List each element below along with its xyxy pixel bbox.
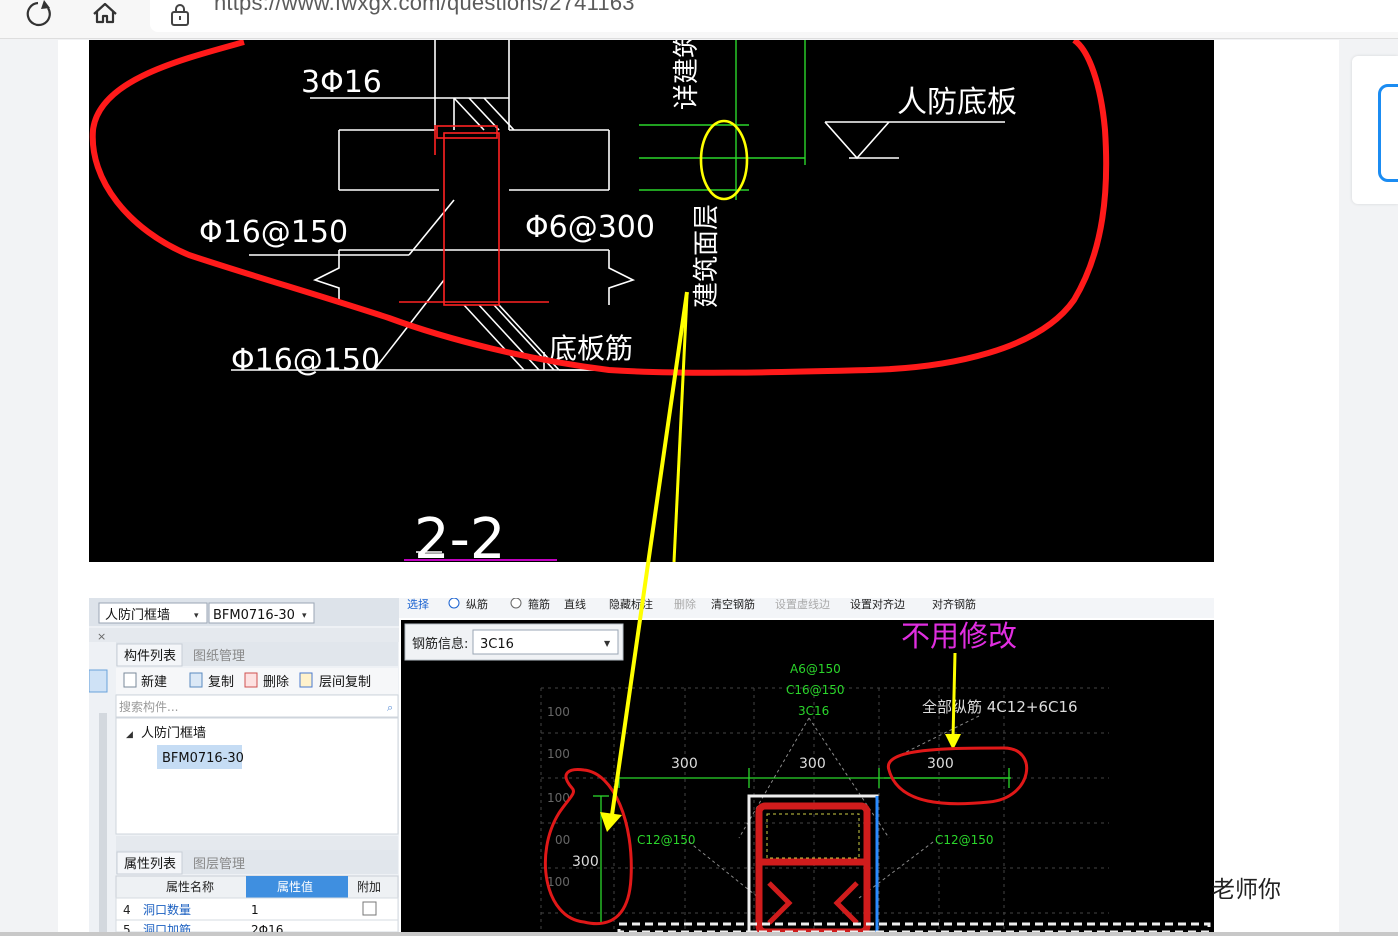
home-icon[interactable] (90, 0, 120, 30)
no-change-annotation: 不用修改 (901, 619, 1017, 653)
bottom-rebar-label: Φ16@150 (231, 343, 380, 378)
floor-copy-button[interactable]: 层间复制 (319, 675, 371, 690)
hide-annotation-button[interactable]: 隐藏标注 (609, 598, 653, 611)
header-attach: 附加 (357, 880, 381, 894)
section-title: 2-2 (414, 507, 505, 562)
lock-icon (171, 4, 189, 26)
clear-rebar-button[interactable]: 清空钢筋 (711, 598, 755, 611)
svg-text:▼: ▼ (604, 639, 611, 648)
header-property-value: 属性值 (277, 879, 313, 894)
row-name: 洞口加筋 (143, 922, 191, 932)
yellow-highlight-ellipse (699, 119, 749, 201)
new-button[interactable]: 新建 (141, 674, 167, 690)
distribution-bar-label: C16@150 (786, 683, 845, 697)
component-select[interactable]: BFM0716-30 (213, 608, 295, 623)
tab-layer-management[interactable]: 图层管理 (193, 857, 245, 872)
svg-text:▾: ▾ (302, 611, 307, 621)
longitudinal-radio[interactable]: 纵筋 (466, 598, 488, 611)
set-dashed-edge-button[interactable]: 设置虚线边 (775, 598, 830, 611)
dimension-label: 300 (927, 756, 954, 772)
url-text[interactable]: https://www.fwxgx.com/questions/2741163 (214, 0, 635, 16)
ruler-label: 100 (547, 875, 570, 889)
ruler-label: 100 (547, 705, 570, 719)
search-input[interactable]: 搜索构件... (119, 699, 178, 714)
all-longitudinal-label: 全部纵筋 4C12+6C16 (922, 698, 1078, 716)
tab-component-list[interactable]: 构件列表 (124, 649, 176, 664)
software-screenshot: 人防门框墙 ▾ BFM0716-30 ▾ × 构件列表 图纸管理 新建 复制 删… (89, 598, 1214, 932)
header-property-name: 属性名称 (166, 879, 214, 894)
finish-layer-label: 建筑面层 (692, 204, 722, 308)
row-value[interactable]: 1 (251, 903, 259, 917)
side-tab-icon[interactable] (1378, 84, 1398, 182)
reload-icon[interactable] (26, 0, 56, 30)
tree-parent[interactable]: 人防门框墙 (141, 725, 206, 741)
set-align-edge-button[interactable]: 设置对齐边 (850, 598, 905, 611)
rebar-info-label: 钢筋信息: (412, 636, 468, 652)
left-rebar-label: Φ16@150 (199, 215, 348, 250)
side-panel-tab[interactable] (1352, 56, 1398, 204)
copy-button[interactable]: 复制 (208, 675, 234, 690)
line-dropdown[interactable]: 直线 (564, 598, 586, 611)
category-select[interactable]: 人防门框墙 (105, 607, 170, 623)
ruler-label: 100 (547, 747, 570, 761)
dimension-label: 300 (671, 756, 698, 772)
select-button[interactable]: 选择 (407, 598, 429, 611)
row-value[interactable]: 2Φ16 (251, 923, 283, 932)
dimension-label: 300 (799, 756, 826, 772)
stirrup-radio[interactable]: 箍筋 (528, 598, 550, 611)
left-bar-label: C12@150 (637, 833, 696, 847)
tree-expand-icon[interactable]: ◢ (126, 730, 133, 740)
row-index: 5 (123, 923, 131, 932)
row-name: 洞口数量 (143, 902, 191, 917)
tree-child[interactable]: BFM0716-30 (162, 751, 244, 766)
civil-defense-slab-label: 人防底板 (897, 85, 1017, 120)
horizontal-scrollbar[interactable] (0, 932, 1398, 936)
cad-section-image: 3Φ16 Φ16@150 Φ6@300 Φ16@150 底板筋 详建筑 建筑面层… (89, 40, 1214, 562)
row-index: 4 (123, 903, 131, 917)
building-finish-label: 详建筑 (672, 40, 702, 110)
search-icon[interactable]: ⌕ (387, 701, 393, 714)
delete-rebar-button[interactable]: 删除 (674, 598, 696, 611)
top-rebar-label: 3Φ16 (301, 65, 382, 100)
tab-property-list[interactable]: 属性列表 (124, 857, 176, 872)
tab-drawing-management[interactable]: 图纸管理 (193, 649, 245, 664)
main-bar-label: 3C16 (798, 704, 829, 718)
dimension-label: 300 (572, 854, 599, 870)
svg-text:▾: ▾ (194, 611, 199, 621)
comment-text: 老师你 (1212, 876, 1281, 902)
delete-button[interactable]: 删除 (263, 675, 289, 690)
align-rebar-button[interactable]: 对齐钢筋 (932, 598, 976, 611)
rebar-info-select[interactable]: 3C16 (480, 637, 514, 652)
attach-checkbox[interactable] (362, 901, 377, 916)
address-bar[interactable]: https://www.fwxgx.com/questions/2741163 (150, 0, 1398, 32)
right-rebar-label: Φ6@300 (525, 210, 655, 245)
close-icon[interactable]: × (97, 630, 106, 643)
stirrup-label: A6@150 (790, 662, 841, 676)
ruler-label: 00 (555, 833, 570, 847)
browser-toolbar: https://www.fwxgx.com/questions/2741163 (0, 0, 1398, 39)
right-bar-label: C12@150 (935, 833, 994, 847)
